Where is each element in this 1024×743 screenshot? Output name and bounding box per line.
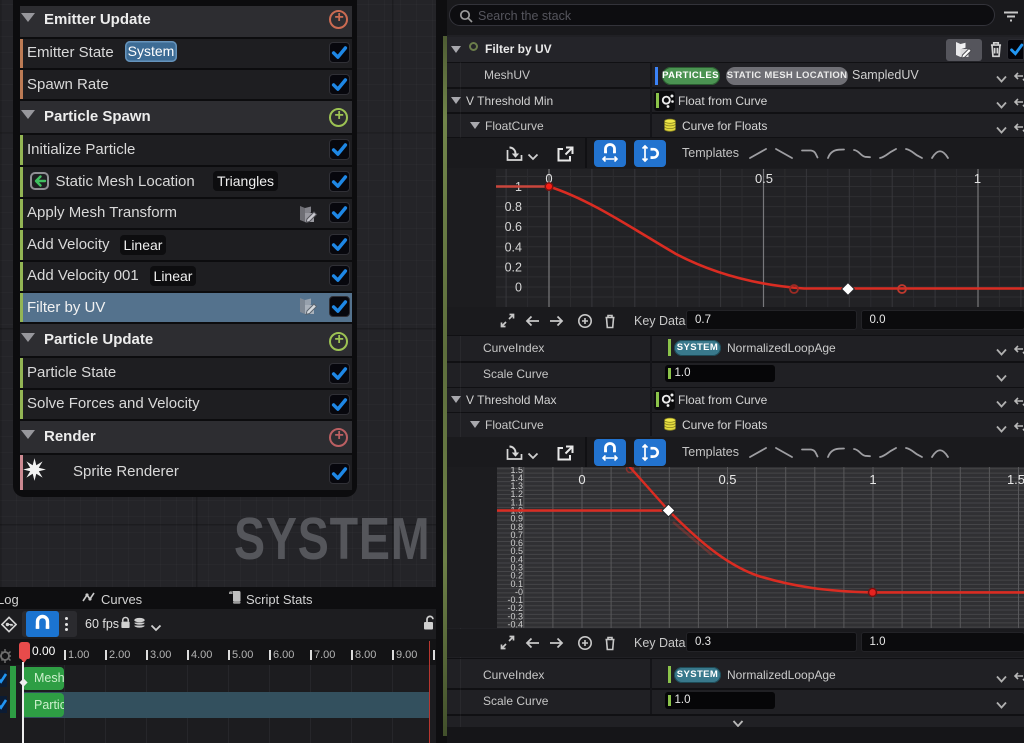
svg-text:1.5: 1.5: [1006, 472, 1024, 487]
svg-text:1: 1: [869, 472, 876, 487]
svg-text:0: 0: [515, 280, 522, 294]
svg-text:-0.4: -0.4: [507, 619, 523, 628]
svg-text:0.6: 0.6: [505, 220, 522, 234]
svg-text:0.5: 0.5: [718, 472, 736, 487]
svg-text:0.5: 0.5: [755, 171, 773, 186]
svg-text:1: 1: [974, 171, 981, 186]
svg-text:0.2: 0.2: [505, 260, 522, 274]
svg-text:0.4: 0.4: [505, 240, 522, 254]
svg-text:0: 0: [578, 472, 585, 487]
svg-text:0.8: 0.8: [505, 200, 522, 214]
